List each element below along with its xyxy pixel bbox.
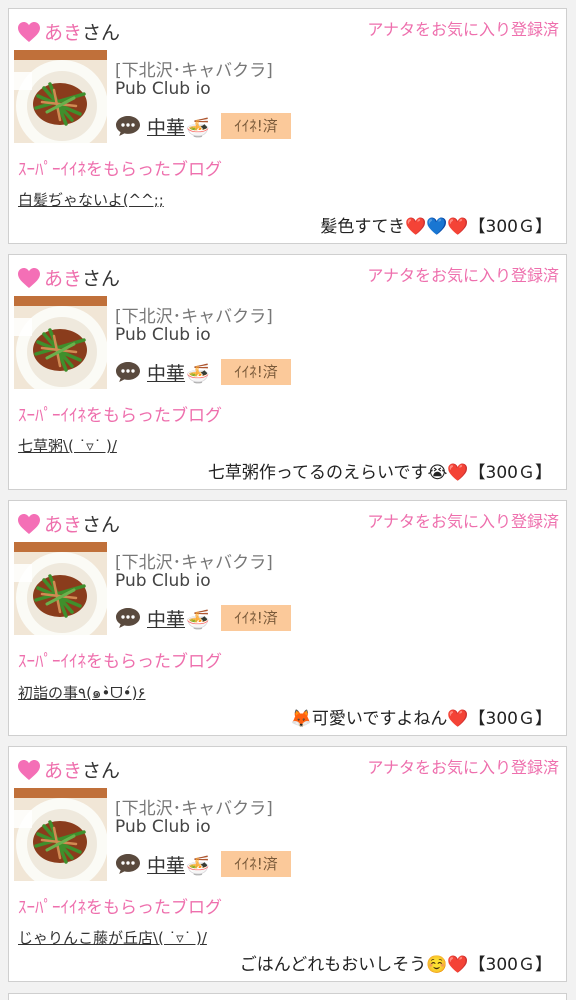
genre-link[interactable]: 中華🍜 xyxy=(147,113,210,140)
favorite-status-label: アナタをお気に入り登録済 xyxy=(367,758,559,777)
comment-text: 髪色すてき❤️💙❤️ xyxy=(320,217,469,237)
super-iine-blog-label: ｽｰﾊﾟｰｲｲﾈをもらったブログ xyxy=(18,652,222,672)
shop-name-link[interactable]: Pub Club io xyxy=(115,79,211,99)
shop-thumbnail-image[interactable] xyxy=(14,788,107,881)
super-iine-blog-label: ｽｰﾊﾟｰｲｲﾈをもらったブログ xyxy=(18,898,222,918)
blog-title-link[interactable]: 七草粥\( ˙▿˙ )/ xyxy=(18,435,117,456)
genre-link[interactable]: 中華🍜 xyxy=(147,359,210,386)
comment-text: 七草粥作ってるのえらいです😭❤️ xyxy=(207,463,469,483)
shop-area-label: [下北沢･キャバクラ] xyxy=(115,553,273,573)
post-card: あきさん アナタをお気に入り登録済 [下北沢･キャバクラ] Pub Club i… xyxy=(8,8,567,244)
iine-done-badge: ｲｲﾈ!済 xyxy=(221,605,291,631)
shop-name-link[interactable]: Pub Club io xyxy=(115,325,211,345)
shop-area-label: [下北沢･キャバクラ] xyxy=(115,61,273,81)
user-name-link[interactable]: あきさん xyxy=(44,264,120,291)
speech-bubble-icon xyxy=(116,608,140,628)
comment-line: ごはんどれもおいしそう☺️❤️【300Ｇ】 xyxy=(240,950,552,975)
shop-thumbnail-image[interactable] xyxy=(14,296,107,389)
next-post-card-edge xyxy=(8,993,567,1000)
pink-heart-icon xyxy=(18,268,40,288)
user-name-link[interactable]: あきさん xyxy=(44,510,120,537)
favorite-status-label: アナタをお気に入り登録済 xyxy=(367,266,559,285)
favorite-status-label: アナタをお気に入り登録済 xyxy=(367,20,559,39)
shop-thumbnail-image[interactable] xyxy=(14,542,107,635)
genre-link[interactable]: 中華🍜 xyxy=(147,605,210,632)
blog-title-link[interactable]: 白髪ぢゃないよ(^^;; xyxy=(18,189,164,210)
pink-heart-icon xyxy=(18,760,40,780)
comment-line: 🦊可愛いですよねん❤️【300Ｇ】 xyxy=(291,704,552,729)
noodle-bowl-emoji: 🍜 xyxy=(186,609,210,631)
shop-thumbnail-image[interactable] xyxy=(14,50,107,143)
post-card: あきさん アナタをお気に入り登録済 [下北沢･キャバクラ] Pub Club i… xyxy=(8,254,567,490)
blog-title-link[interactable]: じゃりんこ藤が丘店\( ˙▿˙ )/ xyxy=(18,927,207,948)
genre-link[interactable]: 中華🍜 xyxy=(147,851,210,878)
shop-area-label: [下北沢･キャバクラ] xyxy=(115,307,273,327)
pink-heart-icon xyxy=(18,514,40,534)
iine-done-badge: ｲｲﾈ!済 xyxy=(221,359,291,385)
speech-bubble-icon xyxy=(116,854,140,874)
reward-amount: 【300Ｇ】 xyxy=(468,217,552,237)
comment-line: 七草粥作ってるのえらいです😭❤️【300Ｇ】 xyxy=(208,458,552,483)
comment-text: 🦊可愛いですよねん❤️ xyxy=(290,709,469,729)
blog-iine-list: あきさん アナタをお気に入り登録済 [下北沢･キャバクラ] Pub Club i… xyxy=(0,0,576,1000)
user-name-link[interactable]: あきさん xyxy=(44,18,120,45)
speech-bubble-icon xyxy=(116,116,140,136)
shop-name-link[interactable]: Pub Club io xyxy=(115,817,211,837)
comment-line: 髪色すてき❤️💙❤️【300Ｇ】 xyxy=(320,212,552,237)
comment-text: ごはんどれもおいしそう☺️❤️ xyxy=(239,955,469,975)
blog-title-link[interactable]: 初詣の事٩(๑•̀ᗜ•́)۶ xyxy=(18,681,146,705)
noodle-bowl-emoji: 🍜 xyxy=(186,363,210,385)
reward-amount: 【300Ｇ】 xyxy=(468,709,552,729)
pink-heart-icon xyxy=(18,22,40,42)
speech-bubble-icon xyxy=(116,362,140,382)
shop-name-link[interactable]: Pub Club io xyxy=(115,571,211,591)
super-iine-blog-label: ｽｰﾊﾟｰｲｲﾈをもらったブログ xyxy=(18,160,222,180)
noodle-bowl-emoji: 🍜 xyxy=(186,855,210,877)
post-card: あきさん アナタをお気に入り登録済 [下北沢･キャバクラ] Pub Club i… xyxy=(8,746,567,982)
reward-amount: 【300Ｇ】 xyxy=(468,463,552,483)
post-card: あきさん アナタをお気に入り登録済 [下北沢･キャバクラ] Pub Club i… xyxy=(8,500,567,736)
favorite-status-label: アナタをお気に入り登録済 xyxy=(367,512,559,531)
reward-amount: 【300Ｇ】 xyxy=(468,955,552,975)
iine-done-badge: ｲｲﾈ!済 xyxy=(221,113,291,139)
noodle-bowl-emoji: 🍜 xyxy=(186,117,210,139)
user-name-link[interactable]: あきさん xyxy=(44,756,120,783)
iine-done-badge: ｲｲﾈ!済 xyxy=(221,851,291,877)
super-iine-blog-label: ｽｰﾊﾟｰｲｲﾈをもらったブログ xyxy=(18,406,222,426)
shop-area-label: [下北沢･キャバクラ] xyxy=(115,799,273,819)
